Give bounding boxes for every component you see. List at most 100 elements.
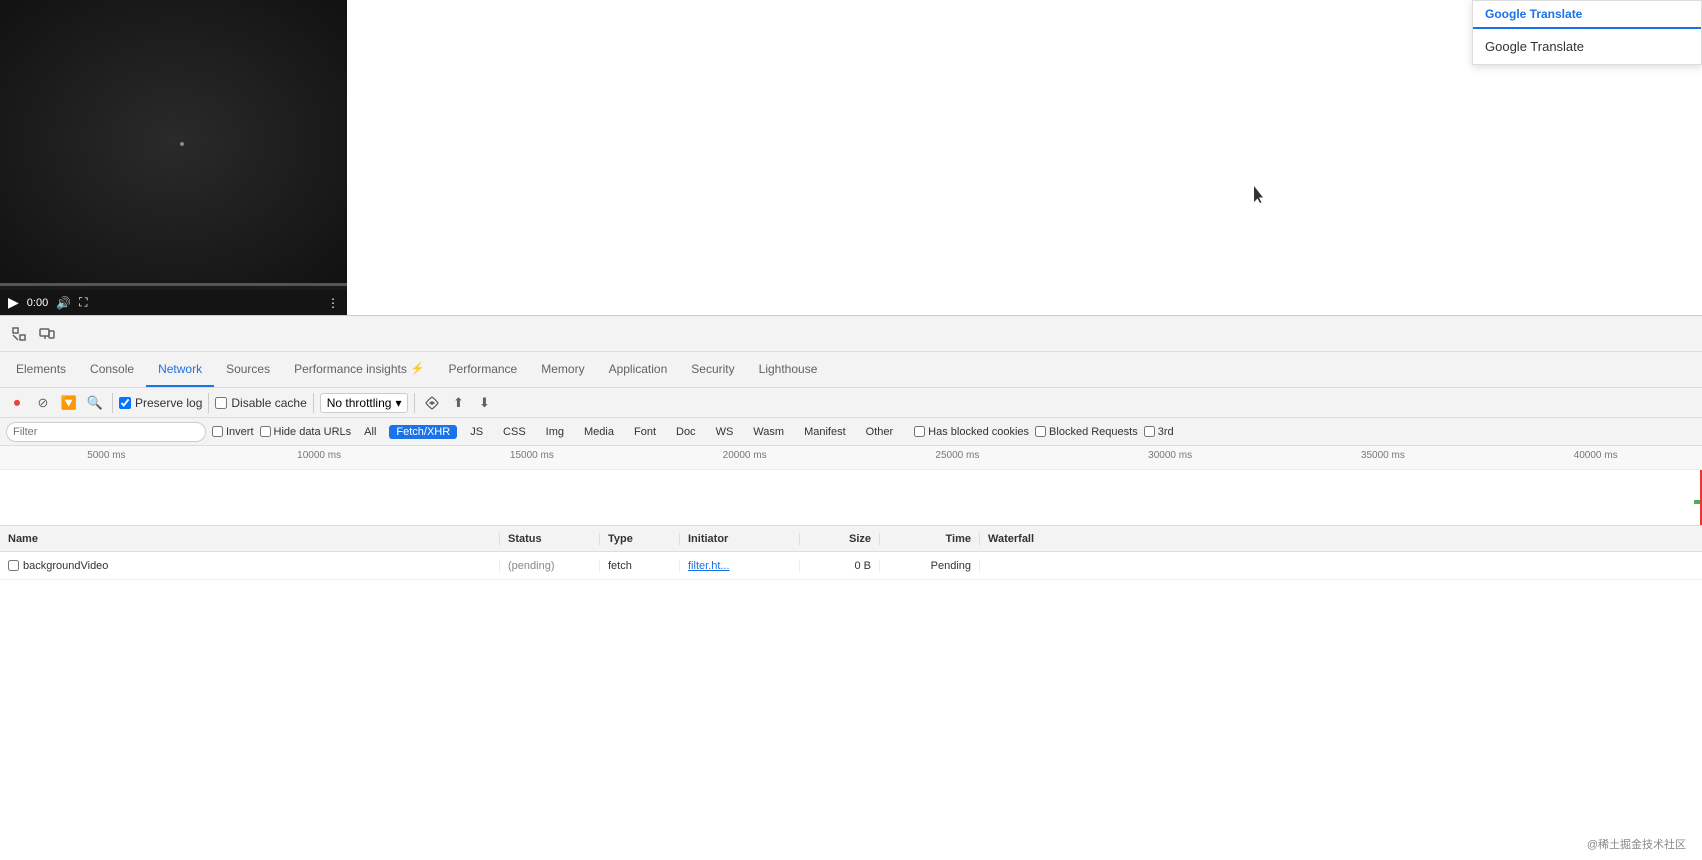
timeline-label-25000: 25000 ms [851,450,1064,461]
row-status: (pending) [500,560,600,572]
watermark: @稀土掘金技术社区 [1587,836,1686,852]
column-header-name[interactable]: Name [0,533,500,545]
tab-console[interactable]: Console [78,352,146,387]
filter-type-media[interactable]: Media [577,425,621,439]
filter-input[interactable] [6,422,206,442]
tab-performance[interactable]: Performance [437,352,530,387]
column-header-size[interactable]: Size [800,533,880,545]
devtools-top-bar [0,316,1702,352]
tab-security[interactable]: Security [679,352,746,387]
google-translate-header: Google Translate [1473,1,1701,29]
row-type: fetch [600,560,680,572]
row-initiator[interactable]: filter.ht... [680,560,800,572]
hide-data-urls-checkbox[interactable]: Hide data URLs [260,426,352,438]
column-header-initiator[interactable]: Initiator [680,533,800,545]
has-blocked-cookies-input[interactable] [914,426,925,437]
network-toolbar: ⏺ ⊘ 🔽 🔍 Preserve log Disable cache No th… [0,388,1702,418]
video-dot [180,142,184,146]
video-play-button[interactable]: ▶ [8,294,19,311]
filter-type-other[interactable]: Other [859,425,901,439]
filter-type-manifest[interactable]: Manifest [797,425,853,439]
column-header-time[interactable]: Time [880,533,980,545]
record-button[interactable]: ⏺ [6,392,28,414]
table-row[interactable]: backgroundVideo (pending) fetch filter.h… [0,552,1702,580]
video-time: 0:00 [27,297,48,309]
video-controls: ▶ 0:00 🔊 ⛶ ⋮ [0,290,347,315]
video-progress-bar[interactable] [0,283,347,286]
video-fullscreen-icon[interactable]: ⛶ [79,295,87,310]
preserve-log-input[interactable] [119,397,131,409]
toolbar-divider-1 [112,393,113,413]
filter-type-all[interactable]: All [357,425,383,439]
export-har-icon[interactable]: ⬆ [447,392,469,414]
device-toggle-icon[interactable] [34,321,60,347]
column-header-waterfall[interactable]: Waterfall [980,533,1702,545]
row-time: Pending [880,560,980,572]
timeline-chart[interactable] [0,470,1702,526]
timeline-label-5000: 5000 ms [0,450,213,461]
column-header-type[interactable]: Type [600,533,680,545]
timeline-label-15000: 15000 ms [426,450,639,461]
row-name[interactable]: backgroundVideo [0,560,500,572]
invert-checkbox[interactable]: Invert [212,426,254,438]
filter-button[interactable]: 🔽 [58,392,80,414]
blocked-requests-input[interactable] [1035,426,1046,437]
performance-insights-icon: ⚡ [411,362,425,375]
tab-elements[interactable]: Elements [4,352,78,387]
filter-type-img[interactable]: Img [539,425,571,439]
disable-cache-input[interactable] [215,397,227,409]
devtools-panel: Elements Console Network Sources Perform… [0,315,1702,860]
timeline-label-10000: 10000 ms [213,450,426,461]
hide-data-urls-input[interactable] [260,426,271,437]
filter-type-font[interactable]: Font [627,425,663,439]
timeline-label-40000: 40000 ms [1489,450,1702,461]
throttle-chevron-icon: ▾ [395,396,401,410]
timeline-label-30000: 30000 ms [1064,450,1277,461]
import-har-icon[interactable]: ⬇ [473,392,495,414]
filter-bar: Invert Hide data URLs All Fetch/XHR JS C… [0,418,1702,446]
network-conditions-icon[interactable] [421,392,443,414]
table-header: Name Status Type Initiator Size Time Wat… [0,526,1702,552]
tab-application[interactable]: Application [597,352,680,387]
search-button[interactable]: 🔍 [84,392,106,414]
video-more-icon[interactable]: ⋮ [327,296,339,310]
google-translate-item[interactable]: Google Translate [1473,29,1701,64]
row-select-checkbox[interactable] [8,560,19,571]
third-party-input[interactable] [1144,426,1155,437]
filter-type-fetch-xhr[interactable]: Fetch/XHR [389,425,457,439]
video-player: ▶ 0:00 🔊 ⛶ ⋮ [0,0,347,315]
filter-type-css[interactable]: CSS [496,425,533,439]
throttle-select[interactable]: No throttling ▾ [320,393,409,413]
third-party-checkbox[interactable]: 3rd [1144,426,1174,438]
network-table: Name Status Type Initiator Size Time Wat… [0,526,1702,860]
timeline-label-20000: 20000 ms [638,450,851,461]
video-volume-icon[interactable]: 🔊 [56,296,71,310]
invert-input[interactable] [212,426,223,437]
filter-type-wasm[interactable]: Wasm [746,425,791,439]
tab-lighthouse[interactable]: Lighthouse [747,352,830,387]
google-translate-dropdown: Google Translate Google Translate [1472,0,1702,65]
toolbar-divider-4 [414,393,415,413]
timeline-area: 5000 ms 10000 ms 15000 ms 20000 ms 25000… [0,446,1702,526]
clear-button[interactable]: ⊘ [32,392,54,414]
disable-cache-checkbox[interactable]: Disable cache [215,396,306,410]
toolbar-divider-2 [208,393,209,413]
devtools-tabs: Elements Console Network Sources Perform… [0,352,1702,388]
tab-sources[interactable]: Sources [214,352,282,387]
row-size: 0 B [800,560,880,572]
filter-type-js[interactable]: JS [463,425,490,439]
has-blocked-cookies-checkbox[interactable]: Has blocked cookies [914,426,1029,438]
timeline-labels: 5000 ms 10000 ms 15000 ms 20000 ms 25000… [0,446,1702,470]
column-header-status[interactable]: Status [500,533,600,545]
blocked-requests-checkbox[interactable]: Blocked Requests [1035,426,1138,438]
inspect-element-icon[interactable] [6,321,32,347]
toolbar-divider-3 [313,393,314,413]
timeline-label-35000: 35000 ms [1277,450,1490,461]
tab-memory[interactable]: Memory [529,352,596,387]
webpage-area: ▶ 0:00 🔊 ⛶ ⋮ Google Translate Google Tra… [0,0,1702,315]
preserve-log-checkbox[interactable]: Preserve log [119,396,202,410]
tab-performance-insights[interactable]: Performance insights ⚡ [282,352,436,387]
filter-type-doc[interactable]: Doc [669,425,703,439]
filter-type-ws[interactable]: WS [709,425,741,439]
tab-network[interactable]: Network [146,352,214,387]
